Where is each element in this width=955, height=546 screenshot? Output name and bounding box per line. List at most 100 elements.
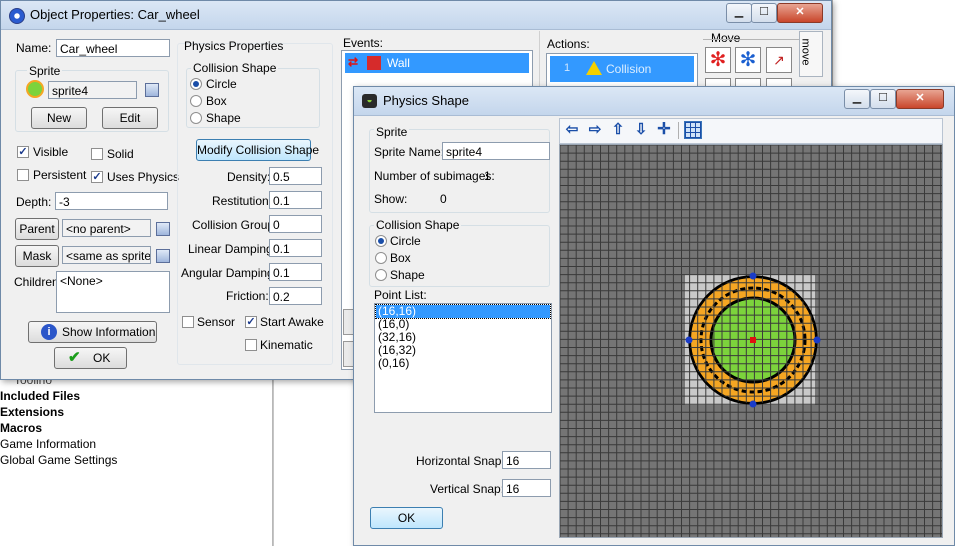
tree-item-extensions[interactable]: Extensions bbox=[0, 404, 117, 420]
subimages-value: 1 bbox=[484, 169, 491, 183]
tree-item-global-game-settings[interactable]: Global Game Settings bbox=[0, 452, 117, 468]
close-button[interactable]: ✕ bbox=[777, 3, 823, 23]
edit-sprite-button[interactable]: Edit bbox=[102, 107, 158, 129]
children-label: Children: bbox=[14, 275, 63, 289]
friction-input[interactable]: 0.2 bbox=[269, 287, 322, 305]
kinematic-checkbox[interactable] bbox=[245, 339, 257, 351]
physics-sprite-group-label: Sprite bbox=[374, 125, 410, 139]
box-radio[interactable] bbox=[190, 95, 202, 107]
new-sprite-button[interactable]: New bbox=[31, 107, 87, 129]
move-tab[interactable]: move bbox=[799, 31, 823, 77]
collision-vertex[interactable] bbox=[749, 400, 757, 408]
mask-select[interactable]: <same as sprite> bbox=[62, 246, 151, 264]
sprite-name-label: Sprite Name: bbox=[374, 145, 445, 159]
actions-label: Actions: bbox=[547, 37, 590, 51]
point-list[interactable]: (16,16) (16,0) (32,16) (16,32) (0,16) bbox=[374, 303, 552, 413]
children-list[interactable]: <None> bbox=[56, 271, 170, 313]
tree-item-macros[interactable]: Macros bbox=[0, 420, 117, 436]
name-label: Name: bbox=[16, 41, 52, 55]
minimize-button[interactable]: ▁ bbox=[726, 3, 752, 23]
move-towards-icon[interactable]: ↗ bbox=[766, 47, 792, 73]
move-cross-icon[interactable]: ✛ bbox=[655, 121, 673, 139]
move-divider bbox=[703, 39, 803, 40]
ok-button[interactable]: ✔ OK bbox=[54, 347, 127, 369]
physics-shape-radio[interactable] bbox=[375, 269, 387, 281]
parent-menu-icon[interactable] bbox=[156, 222, 170, 236]
parent-select[interactable]: <no parent> bbox=[62, 219, 151, 237]
show-information-button[interactable]: i Show Information bbox=[28, 321, 157, 343]
angular-damping-label: Angular Damping: bbox=[181, 266, 278, 280]
show-value: 0 bbox=[440, 192, 447, 206]
arrow-left-icon[interactable]: ⇦ bbox=[563, 121, 581, 139]
point-list-label: Point List: bbox=[374, 288, 427, 302]
collision-vertex[interactable] bbox=[685, 336, 693, 344]
start-awake-checkbox[interactable]: ✓ bbox=[245, 316, 257, 328]
sprite-select[interactable]: sprite4 bbox=[48, 81, 137, 99]
parent-button[interactable]: Parent bbox=[15, 218, 59, 240]
restitution-input[interactable]: 0.1 bbox=[269, 191, 322, 209]
sprite-menu-icon[interactable] bbox=[145, 83, 159, 97]
solid-checkbox[interactable] bbox=[91, 148, 103, 160]
move-fixed-icon[interactable]: ✻ bbox=[705, 47, 731, 73]
friction-label: Friction: bbox=[226, 289, 269, 303]
visible-checkbox[interactable]: ✓ bbox=[17, 146, 29, 158]
object-icon bbox=[9, 8, 25, 24]
density-label: Density: bbox=[227, 170, 271, 184]
horizontal-snap-input[interactable]: 16 bbox=[502, 451, 551, 469]
modify-collision-shape-button[interactable]: Modify Collision Shape bbox=[196, 139, 319, 161]
name-input[interactable]: Car_wheel bbox=[56, 39, 170, 57]
physics-close-button[interactable]: ✕ bbox=[896, 89, 944, 109]
physics-circle-label: Circle bbox=[390, 234, 421, 248]
physics-circle-radio[interactable] bbox=[375, 235, 387, 247]
physics-properties-title: Physics Properties bbox=[184, 39, 284, 53]
maximize-button[interactable]: ☐ bbox=[751, 3, 777, 23]
physics-shape-label: Shape bbox=[390, 268, 425, 282]
collision-vertex[interactable] bbox=[749, 272, 757, 280]
depth-label: Depth: bbox=[16, 195, 52, 209]
shape-canvas[interactable] bbox=[559, 144, 943, 538]
box-radio-label: Box bbox=[206, 94, 227, 108]
mask-button[interactable]: Mask bbox=[15, 245, 59, 267]
depth-input[interactable]: -3 bbox=[55, 192, 168, 210]
tree-item-included-files[interactable]: Included Files bbox=[0, 388, 117, 404]
start-awake-label: Start Awake bbox=[260, 315, 324, 329]
move-free-icon[interactable]: ✻ bbox=[735, 47, 761, 73]
grid-toggle-icon[interactable] bbox=[684, 121, 702, 139]
horizontal-snap-label: Horizontal Snap: bbox=[416, 454, 505, 468]
physics-shape-titlebar[interactable]: ◒ Physics Shape ▁ ☐ ✕ bbox=[354, 87, 954, 116]
physics-ok-button[interactable]: OK bbox=[370, 507, 443, 529]
collision-group-input[interactable]: 0 bbox=[269, 215, 322, 233]
action-item-label: Collision bbox=[606, 62, 652, 76]
sensor-checkbox[interactable] bbox=[182, 316, 194, 328]
physics-maximize-button[interactable]: ☐ bbox=[870, 89, 896, 109]
linear-damping-input[interactable]: 0.1 bbox=[269, 239, 322, 257]
physics-minimize-button[interactable]: ▁ bbox=[844, 89, 870, 109]
density-input[interactable]: 0.5 bbox=[269, 167, 322, 185]
collision-vertex[interactable] bbox=[813, 336, 821, 344]
point-item[interactable]: (0,16) bbox=[378, 357, 409, 370]
arrow-right-icon[interactable]: ⇨ bbox=[586, 121, 604, 139]
vertical-snap-input[interactable]: 16 bbox=[502, 479, 551, 497]
physics-box-radio[interactable] bbox=[375, 252, 387, 264]
uses-physics-checkbox[interactable]: ✓ bbox=[91, 171, 103, 183]
object-properties-titlebar[interactable]: Object Properties: Car_wheel ▁ ☐ ✕ bbox=[1, 1, 831, 30]
persistent-checkbox[interactable] bbox=[17, 169, 29, 181]
collision-center-point[interactable] bbox=[750, 337, 756, 343]
app-logo-icon: ◒ bbox=[362, 94, 377, 108]
mask-menu-icon[interactable] bbox=[156, 249, 170, 263]
angular-damping-input[interactable]: 0.1 bbox=[269, 263, 322, 281]
shape-radio-label: Shape bbox=[206, 111, 241, 125]
circle-radio[interactable] bbox=[190, 78, 202, 90]
arrow-up-icon[interactable]: ⇧ bbox=[609, 121, 627, 139]
action-item-collision[interactable]: 1 Collision bbox=[550, 56, 694, 82]
show-label: Show: bbox=[374, 192, 408, 206]
linear-damping-label: Linear Damping: bbox=[188, 242, 277, 256]
resource-tree-panel: Toolino Included Files Extensions Macros… bbox=[0, 370, 273, 546]
tree-item-game-information[interactable]: Game Information bbox=[0, 436, 117, 452]
shape-radio[interactable] bbox=[190, 112, 202, 124]
sprite-name-input[interactable]: sprite4 bbox=[442, 142, 550, 160]
event-item-wall[interactable]: ⇄ Wall bbox=[345, 53, 529, 73]
ok-label: OK bbox=[93, 351, 111, 365]
arrow-down-icon[interactable]: ⇩ bbox=[632, 121, 650, 139]
sprite-preview-icon bbox=[26, 80, 44, 98]
